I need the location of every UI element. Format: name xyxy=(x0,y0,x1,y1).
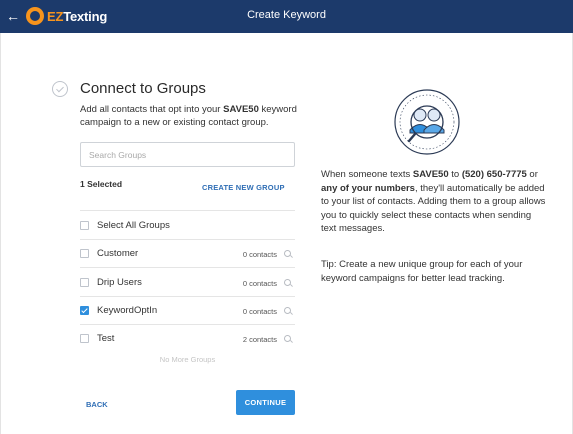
group-checkbox[interactable] xyxy=(80,249,89,258)
group-label: KeywordOptIn xyxy=(97,305,158,316)
group-contact-count: 0 contacts xyxy=(242,250,277,259)
list-divider xyxy=(80,296,295,297)
group-row-test[interactable]: Test 2 contacts xyxy=(80,333,295,347)
group-label: Select All Groups xyxy=(97,220,170,231)
search-icon[interactable] xyxy=(284,279,291,286)
group-label: Drip Users xyxy=(97,277,142,288)
create-new-group-button[interactable]: CREATE NEW GROUP xyxy=(202,183,285,192)
list-divider xyxy=(80,210,295,211)
group-contact-count: 2 contacts xyxy=(242,335,277,344)
search-groups-input[interactable] xyxy=(80,142,295,167)
selected-count: 1 Selected xyxy=(80,179,123,189)
list-divider xyxy=(80,239,295,240)
step-heading: Connect to Groups xyxy=(80,80,206,97)
keyword-info-text: When someone texts SAVE50 to (520) 650-7… xyxy=(321,169,546,234)
group-row-keywordoptin[interactable]: KeywordOptIn 0 contacts xyxy=(80,305,295,319)
search-icon[interactable] xyxy=(284,250,291,257)
select-all-checkbox[interactable] xyxy=(80,221,89,230)
continue-button[interactable]: CONTINUE xyxy=(236,390,295,415)
step-description: Add all contacts that opt into your SAVE… xyxy=(80,104,297,128)
group-label: Customer xyxy=(97,248,139,259)
list-divider xyxy=(80,267,295,268)
group-contact-count: 0 contacts xyxy=(242,307,277,316)
back-button[interactable]: BACK xyxy=(86,400,108,409)
group-row-drip-users[interactable]: Drip Users 0 contacts xyxy=(80,277,295,291)
keyword-name: SAVE50 xyxy=(223,104,259,115)
select-all-groups-row[interactable]: Select All Groups xyxy=(80,220,295,234)
top-bar: ← EZTexting Create Keyword xyxy=(0,0,573,33)
search-icon[interactable] xyxy=(284,307,291,314)
group-checkbox[interactable] xyxy=(80,334,89,343)
group-contact-count: 0 contacts xyxy=(242,279,277,288)
tip-text: Tip: Create a new unique group for each … xyxy=(321,259,523,284)
page-title: Create Keyword xyxy=(247,9,326,21)
no-more-groups-text: No More Groups xyxy=(159,355,216,364)
group-checkbox[interactable] xyxy=(80,278,89,287)
list-divider xyxy=(80,324,295,325)
step-check-icon xyxy=(52,81,68,97)
contacts-group-illustration-icon xyxy=(394,89,460,155)
group-checkbox-checked[interactable] xyxy=(80,306,89,315)
group-row-customer[interactable]: Customer 0 contacts xyxy=(80,248,295,262)
group-label: Test xyxy=(97,333,115,344)
search-icon[interactable] xyxy=(284,335,291,342)
